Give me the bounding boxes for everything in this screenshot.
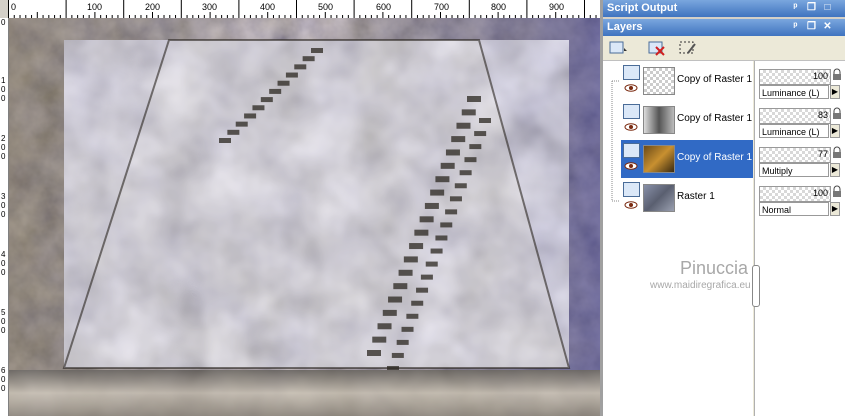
- layer-props: 100 Luminance (L) ▶: [759, 67, 843, 101]
- layer-group-connector: [611, 80, 619, 202]
- ruler-label: 300: [202, 2, 218, 12]
- dropdown-arrow-icon[interactable]: ▶: [830, 85, 840, 99]
- script-output-titlebar[interactable]: Script Output ᵖ ❐ □: [603, 0, 845, 17]
- pin-icon[interactable]: ᵖ: [789, 2, 802, 14]
- ruler-label: 0: [11, 2, 17, 12]
- opacity-value: 77: [817, 149, 828, 159]
- layer-thumbnail: [643, 106, 675, 134]
- delete-layer-icon: [648, 41, 665, 56]
- close-icon[interactable]: ✕: [821, 21, 834, 33]
- blend-mode-select[interactable]: Luminance (L): [759, 85, 829, 99]
- layer-name: Copy of Raster 1: [677, 113, 753, 124]
- layer-thumbnail: [643, 184, 675, 212]
- ruler-label: 200: [1, 134, 6, 161]
- layer-thumbnail: [643, 145, 675, 173]
- layer-props: 100 Normal ▶: [759, 184, 843, 218]
- image-canvas[interactable]: [9, 18, 600, 416]
- opacity-slider[interactable]: 77: [759, 147, 831, 163]
- layer-row[interactable]: Copy of Raster 1: [621, 62, 753, 100]
- ruler-label: 600: [376, 2, 392, 12]
- visibility-eye-icon[interactable]: [624, 84, 638, 92]
- script-output-title: Script Output: [607, 2, 678, 14]
- raster-layer-icon: [623, 182, 640, 197]
- dropdown-arrow-icon[interactable]: ▶: [830, 163, 840, 177]
- layer-row[interactable]: Raster 1: [621, 179, 753, 217]
- blend-mode-select[interactable]: Multiply: [759, 163, 829, 177]
- pin-icon[interactable]: ᵖ: [789, 21, 802, 33]
- layers-titlebar[interactable]: Layers ᵖ ❐ ✕: [603, 19, 845, 36]
- raster-layer-icon: [623, 143, 640, 158]
- ruler-label: 400: [260, 2, 276, 12]
- dropdown-arrow-icon[interactable]: ▶: [830, 202, 840, 216]
- ruler-label: 700: [434, 2, 450, 12]
- lock-icon[interactable]: [832, 146, 842, 158]
- watermark-name: Pinuccia: [680, 258, 749, 278]
- maximize-icon[interactable]: □: [821, 2, 834, 14]
- ruler-label: 500: [318, 2, 334, 12]
- new-layer-icon: [609, 41, 627, 54]
- visibility-eye-icon[interactable]: [624, 162, 638, 170]
- ruler-corner: [0, 0, 8, 18]
- ruler-label: 300: [1, 192, 6, 219]
- layer-name: Raster 1: [677, 191, 715, 202]
- blend-mode-select[interactable]: Normal: [759, 202, 829, 216]
- opacity-slider[interactable]: 100: [759, 186, 831, 202]
- raster-layer-icon: [623, 65, 640, 80]
- edit-selection-icon: [679, 41, 696, 54]
- dropdown-arrow-icon[interactable]: ▶: [830, 124, 840, 138]
- lock-icon[interactable]: [832, 107, 842, 119]
- delete-layer-button[interactable]: [647, 39, 667, 57]
- ruler-label: 900: [549, 2, 565, 12]
- opacity-slider[interactable]: 100: [759, 69, 831, 85]
- layers-splitter-handle[interactable]: [752, 265, 760, 307]
- ruler-label: 600: [1, 366, 6, 393]
- visibility-eye-icon[interactable]: [624, 201, 638, 209]
- lock-icon[interactable]: [832, 68, 842, 80]
- edit-selection-button[interactable]: [678, 39, 698, 57]
- layer-row[interactable]: Copy of Raster 1: [621, 101, 753, 139]
- watermark-site: www.maidiregrafica.eu: [650, 280, 751, 291]
- layer-properties: 100 Luminance (L) ▶ 83 Luminance (L) ▶ 7…: [754, 61, 845, 416]
- layer-name: Copy of Raster 1: [677, 74, 753, 85]
- opacity-value: 83: [817, 110, 828, 120]
- layers-title: Layers: [607, 21, 643, 33]
- opacity-value: 100: [812, 188, 828, 198]
- opacity-value: 100: [812, 71, 828, 81]
- layer-row-selected[interactable]: Copy of Raster 1: [621, 140, 753, 178]
- ruler-label: 400: [1, 250, 6, 277]
- ruler-label: 100: [87, 2, 103, 12]
- ruler-label: 200: [145, 2, 161, 12]
- opacity-slider[interactable]: 83: [759, 108, 831, 124]
- lock-icon[interactable]: [832, 185, 842, 197]
- blend-mode-select[interactable]: Luminance (L): [759, 124, 829, 138]
- horizontal-ruler: 0 100 200 300 400 500 600 700 800 900: [8, 0, 600, 19]
- layer-props: 83 Luminance (L) ▶: [759, 106, 843, 140]
- ruler-label: 100: [1, 76, 6, 103]
- ruler-label: 800: [491, 2, 507, 12]
- vertical-ruler: 0 100 200 300 400 500 600: [0, 18, 9, 416]
- restore-icon[interactable]: ❐: [805, 21, 818, 33]
- layer-name: Copy of Raster 1: [677, 152, 753, 163]
- ruler-label: 0: [1, 18, 6, 27]
- layers-toolbar: [603, 36, 845, 61]
- layers-panel: Layers ᵖ ❐ ✕ Copy of Raster 1 Copy of Ra…: [603, 19, 845, 416]
- new-layer-button[interactable]: [608, 39, 628, 57]
- layer-props: 77 Multiply ▶: [759, 145, 843, 179]
- ruler-label: 500: [1, 308, 6, 335]
- canvas-artwork: [9, 18, 600, 416]
- layers-list: Copy of Raster 1 Copy of Raster 1 Copy o…: [603, 61, 753, 416]
- visibility-eye-icon[interactable]: [624, 123, 638, 131]
- layer-thumbnail: [643, 67, 675, 95]
- raster-layer-icon: [623, 104, 640, 119]
- restore-icon[interactable]: ❐: [805, 2, 818, 14]
